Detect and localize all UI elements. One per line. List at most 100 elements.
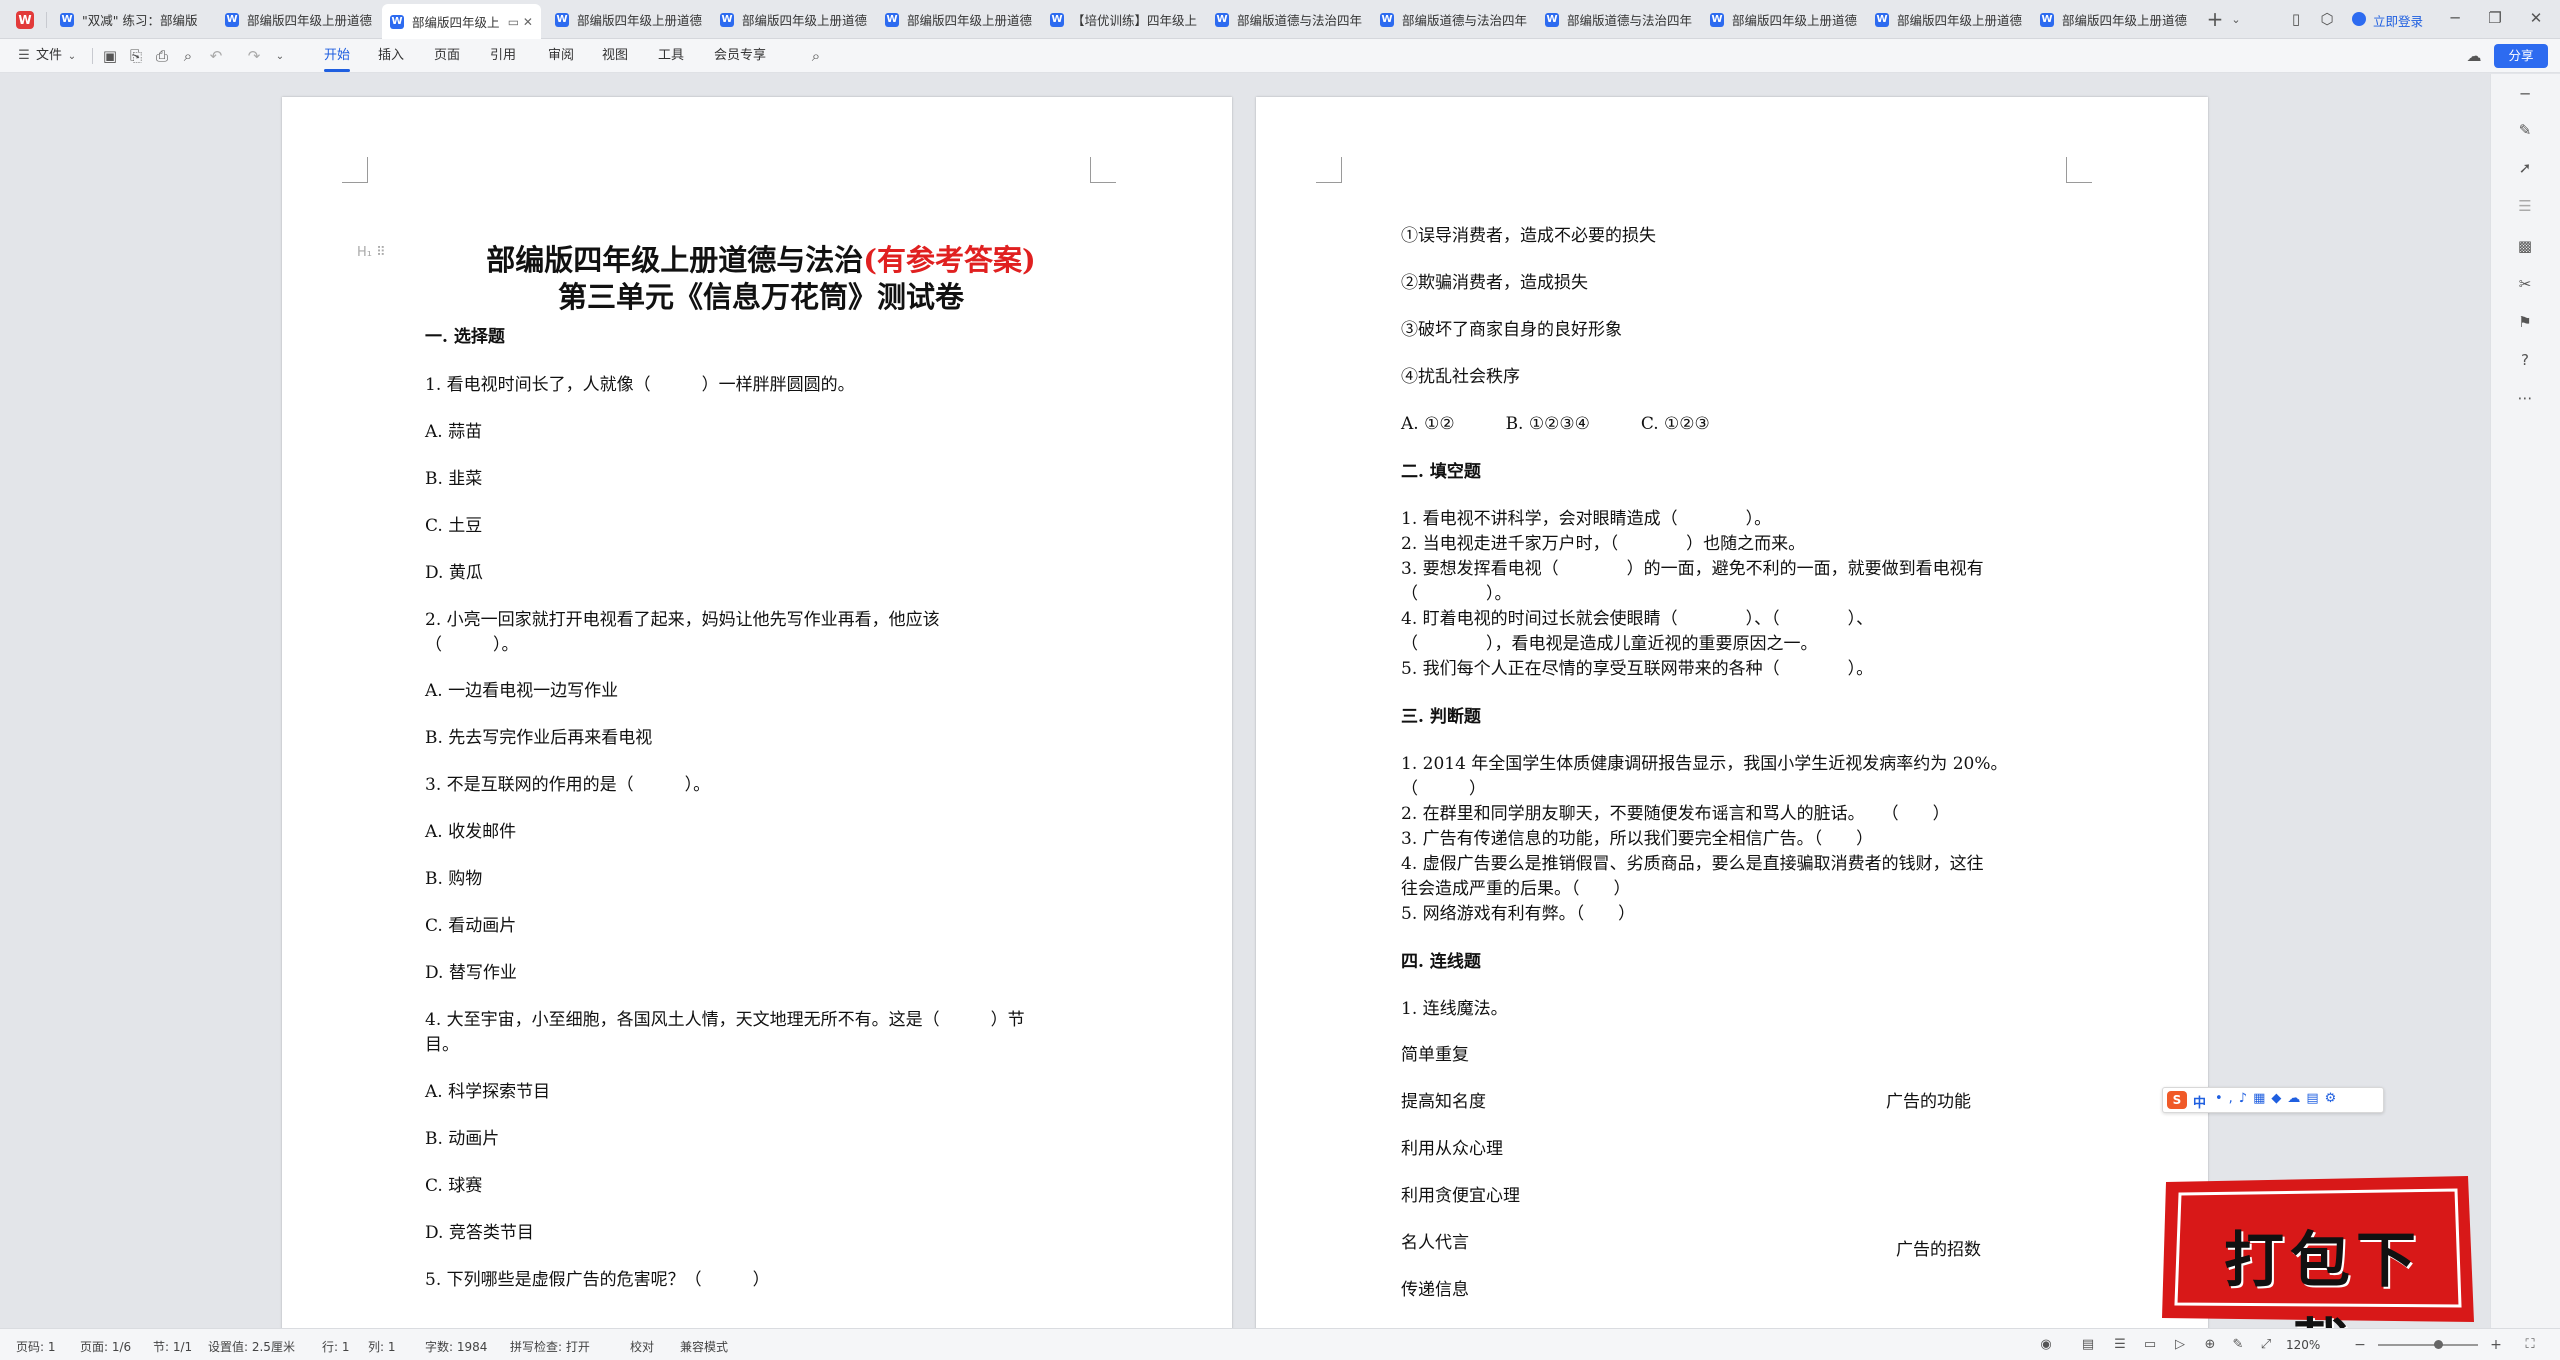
zoom-slider-thumb[interactable] bbox=[2434, 1340, 2443, 1349]
ribbon-tab-2[interactable]: 页面 bbox=[434, 45, 460, 67]
tab-close-icon[interactable]: ▭ ✕ bbox=[508, 15, 533, 29]
tab-5[interactable]: W 部编版四年级上册道德 bbox=[877, 4, 1036, 35]
tab-11[interactable]: W 部编版四年级上册道德 bbox=[1867, 4, 2026, 35]
avatar[interactable] bbox=[2352, 12, 2366, 26]
zoom-slider[interactable] bbox=[2378, 1340, 2478, 1349]
ime-toolbar[interactable]: S 中 •,♪▦◆☁▤⚙ bbox=[2162, 1087, 2384, 1113]
print-icon[interactable]: ⎙ bbox=[152, 46, 172, 66]
close-icon[interactable]: ✕ bbox=[2526, 8, 2546, 28]
wps-logo-icon[interactable]: W bbox=[16, 11, 34, 29]
outline-icon[interactable]: ☰ bbox=[2110, 1335, 2130, 1355]
chevron-down-icon[interactable]: ⌄ bbox=[62, 47, 82, 67]
tab-4[interactable]: W 部编版四年级上册道德 bbox=[712, 4, 871, 35]
status-spell[interactable]: 拼写检查: 打开 bbox=[510, 1338, 590, 1355]
page-view-icon[interactable]: ▤ bbox=[2078, 1335, 2098, 1355]
page2-line: 3. 广告有传递信息的功能，所以我们要完全相信广告。（ ） bbox=[1401, 829, 1874, 849]
word-doc-icon: W bbox=[1875, 12, 1889, 27]
print-preview-icon[interactable]: ⌕ bbox=[178, 46, 198, 66]
word-doc-icon: W bbox=[1215, 12, 1229, 27]
page1-line: C. 土豆 bbox=[425, 516, 483, 536]
tab-0[interactable]: W "双减" 练习：部编版 bbox=[52, 4, 211, 35]
tab-6[interactable]: W 【培优训练】四年级上 bbox=[1042, 4, 1201, 35]
cloud-icon[interactable]: ☁ bbox=[2464, 46, 2484, 66]
select-icon[interactable]: ➚ bbox=[2515, 158, 2535, 178]
save-icon[interactable]: ▣ bbox=[100, 46, 120, 66]
export-pdf-icon[interactable]: ⎘ bbox=[126, 46, 146, 66]
word-doc-icon: W bbox=[720, 12, 734, 27]
tab-1[interactable]: W 部编版四年级上册道德 bbox=[217, 4, 376, 35]
image-icon[interactable]: ▩ bbox=[2515, 236, 2535, 256]
help-icon[interactable]: ? bbox=[2515, 350, 2535, 370]
ribbon-tab-1[interactable]: 插入 bbox=[378, 45, 404, 67]
fit-icon[interactable]: ⤢ bbox=[2256, 1335, 2276, 1355]
more-icon[interactable]: ⋯ bbox=[2515, 388, 2535, 408]
page2-line: 三. 判断题 bbox=[1401, 707, 1481, 727]
ime-tools-icon[interactable]: •,♪▦◆☁▤⚙ bbox=[2215, 1091, 2342, 1106]
page1-line: C. 球赛 bbox=[425, 1176, 483, 1196]
new-tab-icon[interactable]: + bbox=[2205, 9, 2225, 29]
tab-label: 部编版四年级上册道德 bbox=[1732, 13, 1858, 28]
eye-icon[interactable]: ◉ bbox=[2036, 1335, 2056, 1355]
page2-line: （ ），看电视是造成儿童近视的重要原因之一。 bbox=[1401, 634, 1818, 654]
status-section[interactable]: 节: 1/1 bbox=[153, 1338, 192, 1355]
web-icon[interactable]: ⊕ bbox=[2200, 1335, 2220, 1355]
search-icon[interactable]: ⌕ bbox=[806, 46, 826, 66]
share-button[interactable]: 分享 bbox=[2494, 44, 2548, 68]
tools-icon[interactable]: ✂ bbox=[2515, 274, 2535, 294]
pen-icon[interactable]: ✎ bbox=[2515, 120, 2535, 140]
page2-line: 1. 连线魔法。 bbox=[1401, 999, 1508, 1019]
adjust-icon[interactable]: ☰ bbox=[2515, 196, 2535, 216]
tab-label: 部编版四年级上册道德 bbox=[907, 13, 1033, 28]
status-proof[interactable]: 校对 bbox=[630, 1338, 654, 1355]
status-setting[interactable]: 设置值: 2.5厘米 bbox=[208, 1338, 295, 1355]
tab-3[interactable]: W 部编版四年级上册道德 bbox=[547, 4, 706, 35]
chevron-down-icon[interactable]: ⌄ bbox=[2226, 10, 2246, 30]
tab-2[interactable]: W 部编版四年级上 ▭ ✕ bbox=[382, 4, 541, 39]
tab-12[interactable]: W 部编版四年级上册道德 bbox=[2032, 4, 2191, 35]
shirt-icon[interactable]: ⚑ bbox=[2515, 312, 2535, 332]
page-subtitle: 第三单元《信息万花筒》测试卷 bbox=[557, 280, 964, 314]
read-icon[interactable]: ▭ bbox=[2140, 1335, 2160, 1355]
ribbon-tab-0[interactable]: 开始 bbox=[324, 45, 351, 72]
play-icon[interactable]: ▷ bbox=[2170, 1335, 2190, 1355]
tab-10[interactable]: W 部编版四年级上册道德 bbox=[1702, 4, 1861, 35]
tab-7[interactable]: W 部编版道德与法治四年 bbox=[1207, 4, 1366, 35]
file-menu[interactable]: 文件 bbox=[36, 45, 62, 67]
box-icon[interactable]: ⬡ bbox=[2317, 9, 2337, 29]
zoom-out-icon[interactable]: − bbox=[2350, 1335, 2370, 1355]
status-words[interactable]: 字数: 1984 bbox=[425, 1338, 487, 1355]
edit-icon[interactable]: ✎ bbox=[2228, 1335, 2248, 1355]
ribbon-tab-7[interactable]: 会员专享 bbox=[714, 45, 766, 67]
ribbon-tab-6[interactable]: 工具 bbox=[658, 45, 684, 67]
collapse-icon[interactable]: ─ bbox=[2515, 84, 2535, 104]
download-banner[interactable]: 打包下载 bbox=[2158, 1172, 2480, 1360]
menu-icon[interactable]: ☰ bbox=[14, 46, 34, 66]
redo-icon[interactable]: ↷ bbox=[244, 46, 264, 66]
word-doc-icon: W bbox=[390, 14, 404, 29]
tab-9[interactable]: W 部编版道德与法治四年 bbox=[1537, 4, 1696, 35]
ribbon-tab-5[interactable]: 视图 bbox=[602, 45, 628, 67]
word-doc-icon: W bbox=[225, 12, 239, 27]
ribbon-tab-4[interactable]: 审阅 bbox=[548, 45, 574, 67]
status-row[interactable]: 行: 1 bbox=[322, 1338, 350, 1355]
ime-lang[interactable]: 中 bbox=[2193, 1092, 2206, 1111]
chevron-down-icon[interactable]: ⌄ bbox=[270, 47, 290, 67]
undo-icon[interactable]: ↶ bbox=[206, 46, 226, 66]
restore-icon[interactable]: ❐ bbox=[2485, 8, 2505, 28]
document-area[interactable]: H₁ ⠿ 部编版四年级上册道德与法治(有参考答案) 第三单元《信息万花筒》测试卷… bbox=[0, 74, 2490, 1328]
page2-line: ①误导消费者，造成不必要的损失 bbox=[1401, 226, 1656, 246]
status-page[interactable]: 页码: 1 bbox=[16, 1338, 56, 1355]
fullscreen-icon[interactable]: ⛶ bbox=[2520, 1335, 2540, 1355]
page1-line: 1. 看电视时间长了，人就像（ ）一样胖胖圆圆的。 bbox=[425, 375, 855, 395]
minimize-icon[interactable]: ─ bbox=[2445, 8, 2465, 28]
page2-line: ③破坏了商家自身的良好形象 bbox=[1401, 320, 1622, 340]
page2-line: （ ）。 bbox=[1401, 584, 1512, 604]
sidebar-toggle-icon[interactable]: ▯ bbox=[2286, 9, 2306, 29]
ribbon-tab-3[interactable]: 引用 bbox=[490, 45, 516, 67]
zoom-in-icon[interactable]: + bbox=[2486, 1335, 2506, 1355]
zoom-level[interactable]: 120% bbox=[2286, 1338, 2320, 1352]
login-link[interactable]: 立即登录 bbox=[2373, 11, 2423, 30]
status-col[interactable]: 列: 1 bbox=[368, 1338, 396, 1355]
status-pages[interactable]: 页面: 1/6 bbox=[80, 1338, 131, 1355]
tab-8[interactable]: W 部编版道德与法治四年 bbox=[1372, 4, 1531, 35]
